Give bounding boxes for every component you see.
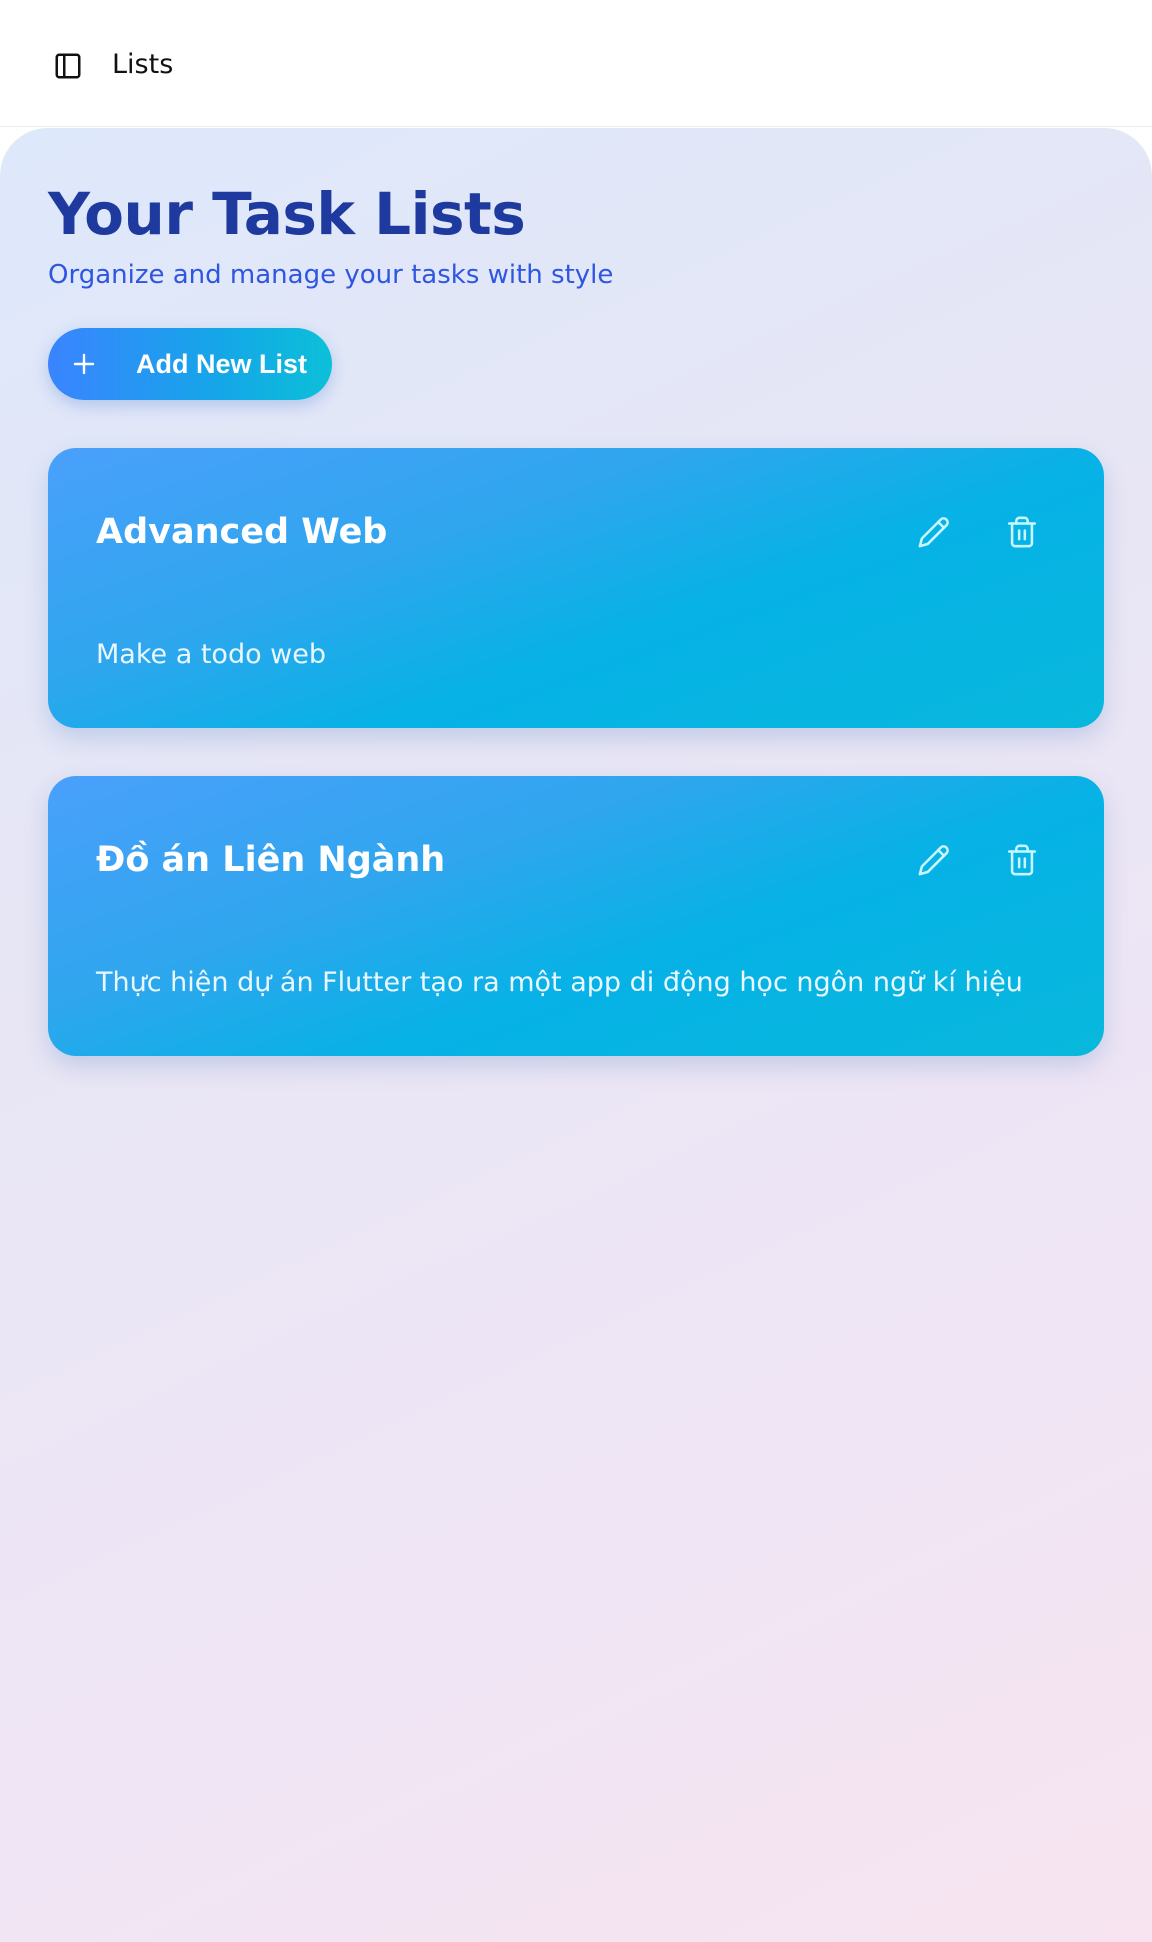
list-card-title: Advanced Web [96, 512, 388, 552]
list-card-title: Đồ án Liên Ngành [96, 840, 446, 880]
list-card[interactable]: Đồ án Liên Ngành Thực hiện dự án Flutter… [48, 776, 1104, 1056]
top-app-bar: Lists [0, 0, 1152, 127]
page-title: Your Task Lists [48, 180, 526, 248]
add-new-list-label: Add New List [136, 349, 308, 379]
sidebar-panel-icon[interactable] [48, 46, 88, 86]
trash-icon[interactable] [998, 836, 1046, 884]
app-bar-title: Lists [112, 49, 174, 80]
list-card[interactable]: Advanced Web Make a todo web [48, 448, 1104, 728]
list-card-description: Thực hiện dự án Flutter tạo ra một app d… [96, 967, 1023, 998]
trash-icon[interactable] [998, 508, 1046, 556]
add-new-list-button[interactable]: Add New List [48, 328, 332, 400]
pencil-icon[interactable] [910, 836, 958, 884]
list-card-description: Make a todo web [96, 639, 327, 670]
pencil-icon[interactable] [910, 508, 958, 556]
main-content: Your Task Lists Organize and manage your… [0, 128, 1152, 1942]
page-subtitle: Organize and manage your tasks with styl… [48, 260, 614, 290]
plus-icon [72, 352, 96, 376]
